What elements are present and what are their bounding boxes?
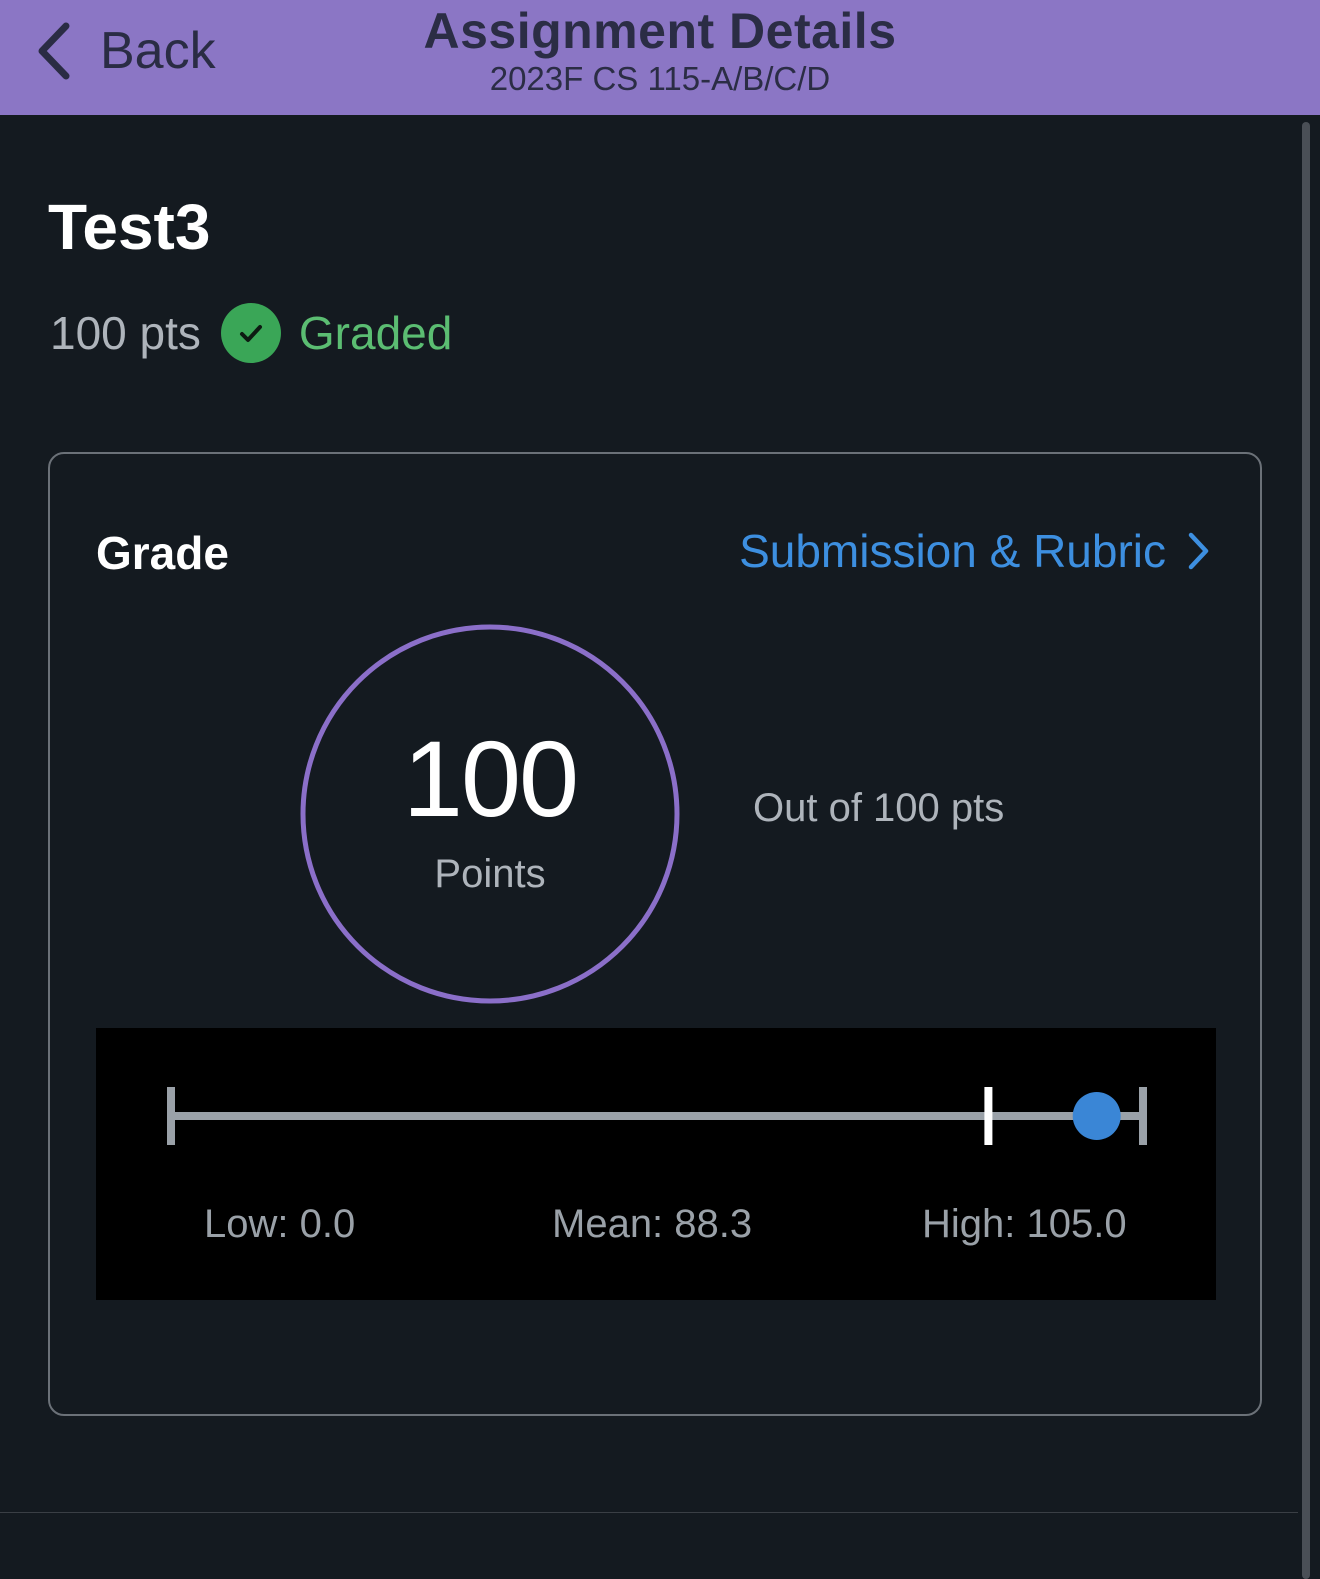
submission-rubric-label: Submission & Rubric (739, 525, 1166, 577)
stat-low: Low: 0.0 (204, 1202, 356, 1246)
stat-mean: Mean: 88.3 (552, 1202, 753, 1246)
assignment-name: Test3 (48, 191, 211, 263)
stat-high: High: 105.0 (922, 1202, 1127, 1246)
check-circle-icon (220, 303, 281, 363)
submission-rubric-link[interactable]: Submission & Rubric (739, 524, 1210, 578)
stats-labels: Low: 0.0 Mean: 88.3 High: 105.0 (96, 1202, 1216, 1262)
assignment-details-screen: Back Assignment Details 2023F CS 115-A/B… (0, 0, 1320, 1579)
page-title: Assignment Details (423, 3, 897, 59)
bottom-divider (0, 1512, 1298, 1513)
grade-statistics: Low: 0.0 Mean: 88.3 High: 105.0 (96, 1028, 1216, 1300)
out-of-points: Out of 100 pts (753, 786, 1005, 830)
course-subtitle: 2023F CS 115-A/B/C/D (489, 60, 831, 97)
chevron-right-icon (1188, 532, 1209, 570)
score-marker (1072, 1092, 1121, 1140)
points-possible: 100 pts (50, 307, 201, 359)
score-value: 100 (402, 718, 579, 839)
grade-heading: Grade (96, 527, 229, 579)
assignment-meta: 100 pts Graded (50, 302, 452, 364)
grade-card: Grade Submission & Rubric 100 Points Out… (48, 452, 1262, 1416)
status-badge: Graded (220, 303, 453, 363)
grade-distribution-track (167, 1087, 1147, 1145)
nav-header: Back Assignment Details 2023F CS 115-A/B… (0, 0, 1320, 115)
score-caption: Points (434, 852, 546, 896)
status-label: Graded (298, 307, 453, 359)
scrollbar[interactable] (1302, 122, 1310, 1579)
